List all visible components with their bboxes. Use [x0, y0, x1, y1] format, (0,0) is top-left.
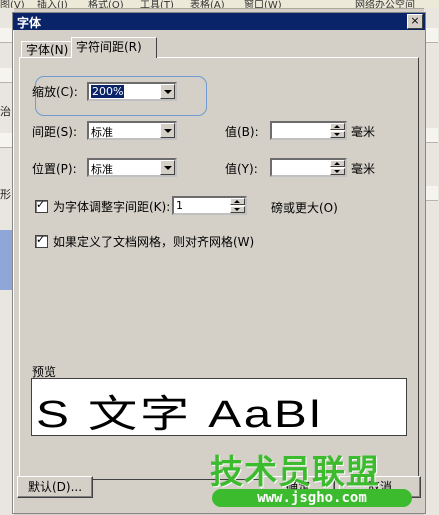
kerning-checkbox[interactable]: [35, 198, 48, 213]
default-button[interactable]: 默认(D)...: [17, 476, 93, 498]
scale-label: 缩放(C):: [32, 85, 78, 99]
kerning-value: 1: [176, 199, 183, 212]
background-menubar: 图(V) 插入(I) 格式(O) 工具(T) 表格(A) 窗口(W) 网络办公空…: [0, 0, 439, 9]
spacing-value: 标准: [91, 126, 113, 139]
dialog-title: 字体: [17, 16, 42, 30]
bg-menu-item: 格式(O): [88, 0, 124, 9]
spin-down-icon[interactable]: [330, 131, 345, 138]
spacing-unit: 毫米: [351, 125, 376, 139]
spin-up-icon[interactable]: [330, 160, 345, 167]
background-right-edge: [424, 8, 439, 515]
bg-menu-item: 表格(A): [190, 0, 225, 9]
chevron-down-icon[interactable]: [160, 160, 175, 175]
position-unit: 毫米: [351, 162, 376, 176]
spin-down-icon[interactable]: [330, 168, 345, 175]
position-combo[interactable]: 标准: [87, 158, 177, 177]
tab-font[interactable]: 字体(N): [21, 41, 77, 58]
dialog-titlebar: 字体 ×: [13, 13, 425, 30]
chevron-down-icon[interactable]: [160, 84, 175, 99]
bg-menu-item: 插入(I): [37, 0, 68, 9]
position-label: 位置(P):: [32, 162, 77, 176]
position-by-spinner[interactable]: [270, 158, 347, 177]
kerning-label: 为字体调整字间距(K):: [53, 200, 171, 214]
scale-value: 200%: [91, 85, 125, 98]
scale-combo[interactable]: 200%: [87, 82, 177, 101]
watermark-url: www.jsgho.com: [212, 489, 412, 507]
watermark-title: 技术员联盟: [210, 452, 380, 491]
position-value: 标准: [91, 163, 113, 176]
position-by-label: 值(Y):: [225, 162, 258, 176]
spin-down-icon[interactable]: [230, 206, 245, 213]
spacing-by-spinner[interactable]: [270, 121, 347, 140]
preview-text: S 文字 AaBl: [36, 394, 323, 436]
bg-menu-item: 窗口(W): [244, 0, 282, 9]
preview-box: S 文字 AaBl: [31, 378, 407, 436]
bg-fragment: 形: [0, 188, 11, 201]
kerning-suffix: 磅或更大(O): [271, 201, 338, 215]
bg-fragment: 治: [0, 105, 11, 118]
spin-up-icon[interactable]: [330, 123, 345, 130]
font-dialog: 字体 × 字体(N) 字符间距(R) 缩放(C): 200% 间距(S): 标准…: [12, 12, 426, 514]
grid-label: 如果定义了文档网格，则对齐网格(W): [53, 235, 255, 249]
close-button[interactable]: ×: [407, 14, 423, 29]
grid-checkbox[interactable]: [35, 233, 48, 248]
spacing-label: 间距(S):: [32, 125, 78, 139]
tab-character-spacing[interactable]: 字符间距(R): [71, 37, 157, 58]
bg-menu-item: 网络办公空间: [355, 0, 415, 9]
chevron-down-icon[interactable]: [160, 123, 175, 138]
spin-up-icon[interactable]: [230, 198, 245, 205]
spacing-combo[interactable]: 标准: [87, 121, 177, 140]
kerning-spinner[interactable]: 1: [172, 196, 247, 215]
bg-menu-item: 工具(T): [140, 0, 174, 9]
spacing-by-label: 值(B):: [225, 125, 259, 139]
